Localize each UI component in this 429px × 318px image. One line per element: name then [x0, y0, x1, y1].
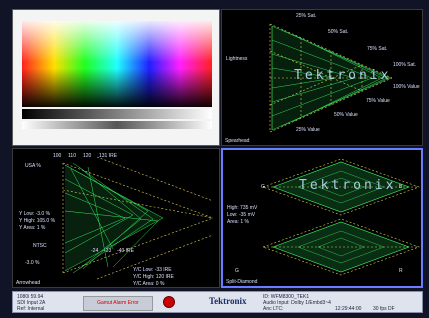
- picture-panel[interactable]: [12, 9, 220, 146]
- low-readout: Low: -35 mV: [227, 212, 256, 218]
- sat-75-label: 75% Sat.: [367, 46, 388, 52]
- grayscale-bar: [22, 121, 212, 129]
- spearhead-panel[interactable]: Tektronix 25% Sat. 50% Sat. 75% Sat. 100…: [221, 9, 423, 146]
- top-tick-100: 100: [53, 153, 62, 159]
- g-label-top: G: [261, 184, 265, 190]
- top-tick-131: 131 IRE: [99, 153, 118, 159]
- bottom-tick-40: -40 IRE: [117, 248, 134, 254]
- yc-high-readout: Y/C High: 120 IRE: [133, 274, 174, 280]
- reference-source: Ref: Internal: [17, 306, 45, 312]
- panel-title: Split-Diamond: [226, 279, 258, 285]
- timecode: 12:29:44:00: [335, 306, 362, 312]
- r-label-bottom: R: [399, 268, 403, 274]
- value-100-label: 100% Value: [393, 84, 420, 90]
- anc-ltc-label: Anc LTC:: [263, 306, 284, 312]
- value-25-label: 25% Value: [296, 127, 320, 133]
- lightness-label: Lightness: [226, 56, 248, 62]
- tektronix-watermark: Tektronix: [294, 68, 392, 83]
- percent-label: -3.0 %: [25, 260, 40, 266]
- b-label-top: B: [399, 184, 403, 190]
- sat-25-label: 25% Sat.: [296, 13, 317, 19]
- y-area-readout: Y Area: 1 %: [19, 225, 46, 231]
- color-test-pattern: [22, 21, 212, 107]
- brand-logo: Tektronix: [209, 296, 247, 306]
- alarm-icon: [163, 296, 175, 308]
- panel-title: Spearhead: [225, 138, 250, 144]
- value-50-label: 50% Value: [334, 112, 358, 118]
- yc-low-readout: Y/C Low: -33 IRE: [133, 267, 172, 273]
- diamond-graticule: [262, 158, 420, 276]
- gamut-alarm-button[interactable]: Gamut Alarm Error: [83, 296, 153, 311]
- bottom-tick-24: -24: [91, 248, 99, 254]
- tektronix-watermark: Tektronix: [299, 178, 397, 193]
- arrowhead-panel[interactable]: 100 110 120 131 IRE USA % Y Low: -3.0 % …: [12, 148, 220, 288]
- value-75-label: 75% Value: [366, 98, 390, 104]
- diamond-panel[interactable]: Tektronix G B G R High: 735 mV Low: -35 …: [221, 148, 423, 288]
- y-low-readout: Y Low: -3.0 %: [19, 211, 51, 217]
- sat-100-label: 100% Sat.: [393, 62, 417, 68]
- panel-title: Arrowhead: [16, 280, 41, 286]
- top-tick-120: 120: [83, 153, 92, 159]
- frame-rate: 30 fps DF: [373, 306, 395, 312]
- ntsc-label: NTSC: [33, 243, 47, 249]
- bottom-tick-33: -33: [104, 248, 112, 254]
- grayscale-ramp: [22, 109, 212, 119]
- yc-area-readout: Y/C Area: 0 %: [133, 281, 165, 287]
- high-readout: High: 735 mV: [227, 205, 258, 211]
- usa-percent-label: USA %: [25, 163, 41, 169]
- sat-50-label: 50% Sat.: [328, 29, 349, 35]
- area-readout: Area: 1 %: [227, 219, 249, 225]
- y-high-readout: Y High: 105.0 %: [19, 218, 56, 224]
- top-tick-110: 110: [68, 153, 76, 159]
- status-bar: 1080i 59.94 SDI Input 2A Ref: Internal G…: [12, 291, 423, 313]
- g-label-bottom: G: [235, 268, 239, 274]
